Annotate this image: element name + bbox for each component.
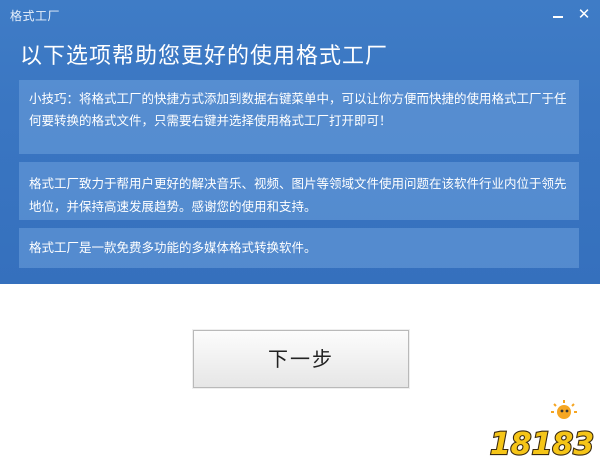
- next-button[interactable]: 下一步: [193, 330, 409, 388]
- installer-window: 格式工厂 ✕ 以下选项帮助您更好的使用格式工厂 小技巧：将格式工厂的快捷方式添加…: [0, 0, 600, 466]
- info-panel-tip: 小技巧：将格式工厂的快捷方式添加到数据右键菜单中，可以让你方便而快捷的使用格式工…: [19, 80, 579, 154]
- info-panel-text: 格式工厂是一款免费多功能的多媒体格式转换软件。: [29, 240, 317, 255]
- watermark-logo: 18183: [489, 400, 595, 463]
- watermark-text: 18183: [490, 427, 594, 462]
- minimize-icon: [553, 16, 563, 18]
- title-bar: 格式工厂 ✕: [0, 0, 600, 30]
- info-panel-about: 格式工厂致力于帮用户更好的解决音乐、视频、图片等领域文件使用问题在该软件行业内位…: [19, 162, 579, 220]
- close-icon: ✕: [577, 5, 591, 23]
- watermark-sun-icon: [551, 400, 577, 419]
- window-title: 格式工厂: [10, 9, 61, 23]
- info-panel-summary: 格式工厂是一款免费多功能的多媒体格式转换软件。: [19, 228, 579, 268]
- minimize-button[interactable]: [548, 4, 568, 24]
- info-panel-text: 格式工厂致力于帮用户更好的解决音乐、视频、图片等领域文件使用问题在该软件行业内位…: [29, 176, 567, 214]
- close-button[interactable]: ✕: [574, 4, 594, 24]
- page-heading: 以下选项帮助您更好的使用格式工厂: [20, 44, 389, 69]
- info-panel-text: 小技巧：将格式工厂的快捷方式添加到数据右键菜单中，可以让你方便而快捷的使用格式工…: [29, 91, 567, 128]
